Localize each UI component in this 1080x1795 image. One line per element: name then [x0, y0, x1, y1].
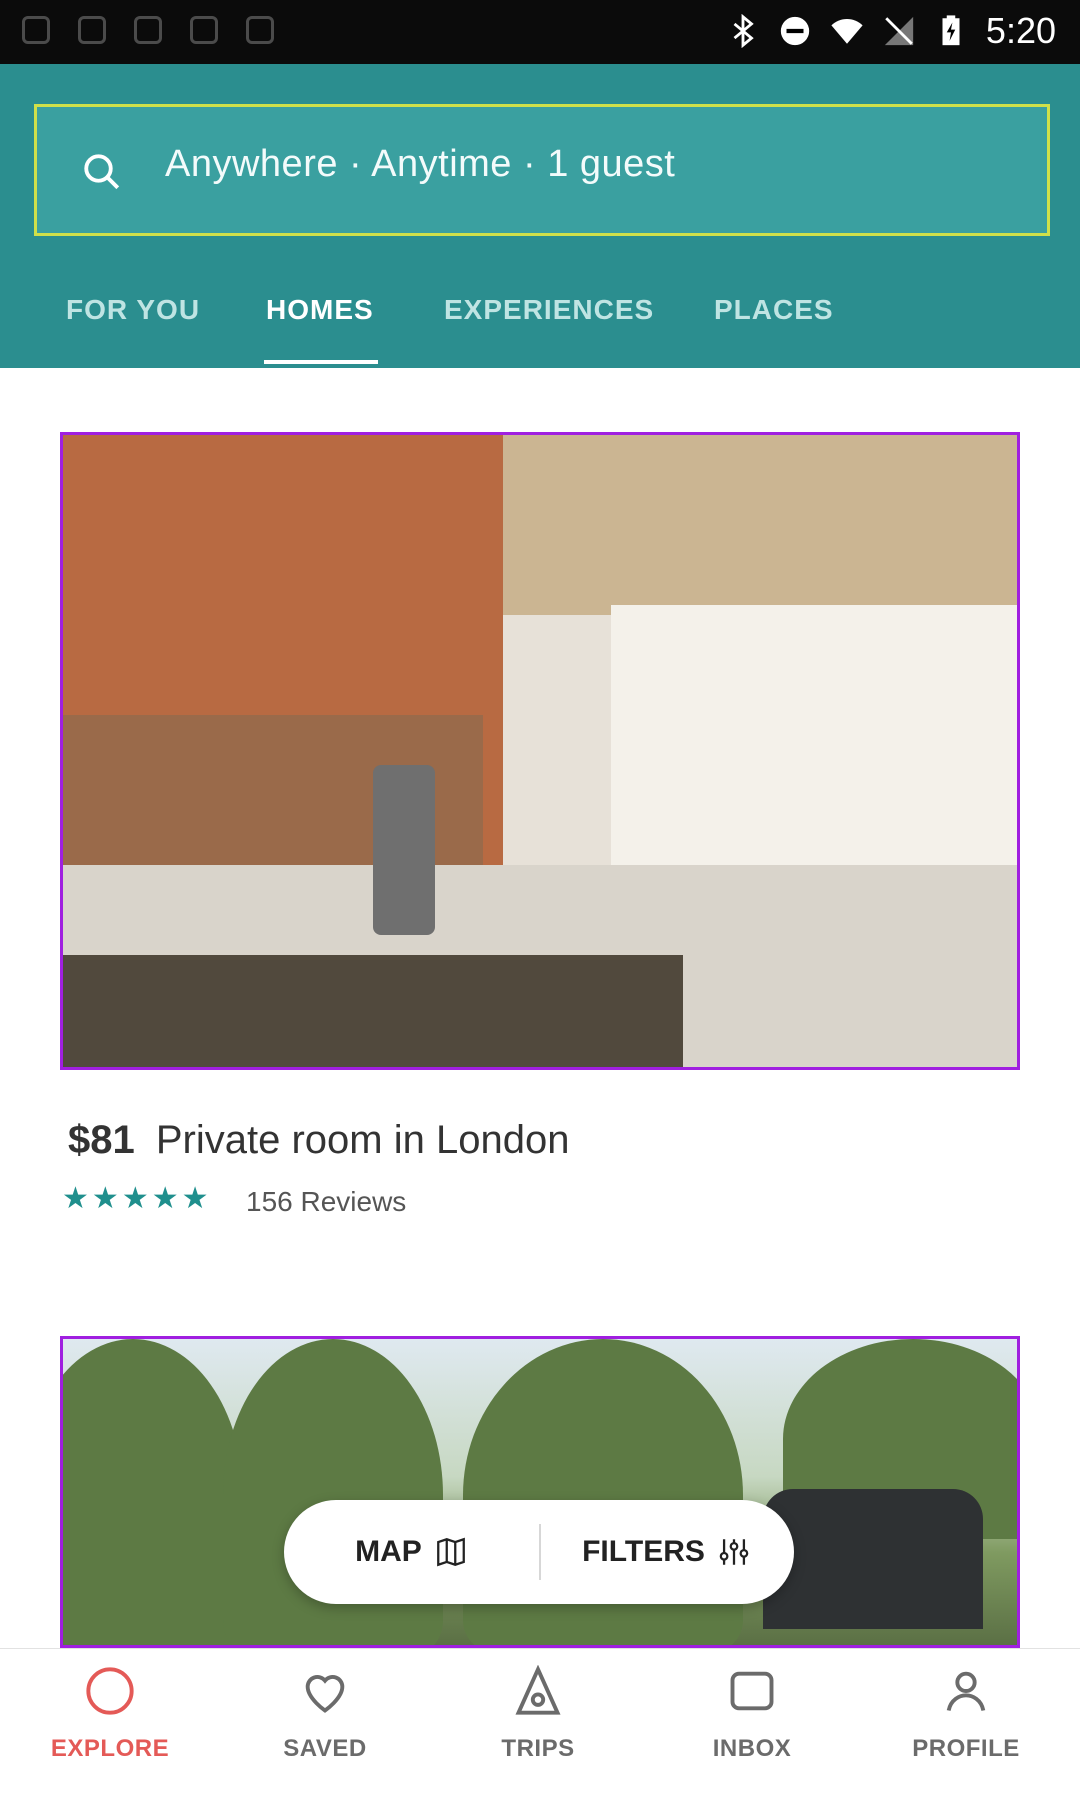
- nav-explore-label: EXPLORE: [50, 1735, 170, 1762]
- star-icon: ★: [151, 1182, 179, 1215]
- bottom-navigation: EXPLORE SAVED TRIPS INBOX PROFILE: [0, 1648, 1080, 1795]
- star-icon: ★: [62, 1182, 89, 1215]
- system-status: 5:20: [726, 10, 1056, 52]
- nav-explore[interactable]: EXPLORE: [10, 1659, 210, 1789]
- battery-icon: [942, 15, 960, 46]
- bluetooth-icon: [733, 14, 754, 48]
- notification-icon: [134, 16, 162, 44]
- filters-label: FILTERS: [582, 1535, 705, 1568]
- nav-saved-label: SAVED: [283, 1735, 367, 1762]
- nav-profile[interactable]: PROFILE: [866, 1659, 1066, 1789]
- notification-icon: [78, 16, 106, 44]
- map-button[interactable]: MAP: [284, 1500, 539, 1604]
- listing-price: $81: [68, 1118, 135, 1162]
- filters-button[interactable]: FILTERS: [539, 1500, 794, 1604]
- nav-profile-label: PROFILE: [912, 1735, 1020, 1762]
- tab-bar: FOR YOU HOMES EXPERIENCES PLACES: [0, 254, 1080, 368]
- listing-photo: [63, 435, 1017, 1067]
- nav-saved[interactable]: SAVED: [225, 1659, 425, 1789]
- heart-icon: [305, 1675, 345, 1713]
- active-tab-indicator: [264, 360, 378, 364]
- trips-icon: [515, 1665, 561, 1715]
- nav-trips-label: TRIPS: [501, 1735, 575, 1762]
- notification-icon: [190, 16, 218, 44]
- header: Anywhere · Anytime · 1 guest FOR YOU HOM…: [0, 64, 1080, 368]
- profile-icon: [946, 1671, 986, 1712]
- star-icon: ★: [121, 1182, 149, 1215]
- star-icon: ★: [91, 1182, 119, 1215]
- rating-stars: ★ ★ ★ ★ ★: [62, 1184, 209, 1214]
- map-label: MAP: [355, 1535, 422, 1568]
- filters-icon: [719, 1539, 749, 1565]
- nav-inbox[interactable]: INBOX: [652, 1659, 852, 1789]
- signal-icon: [884, 16, 914, 46]
- do-not-disturb-icon: [780, 16, 810, 46]
- notification-icons: [22, 16, 274, 44]
- search-icon: [84, 154, 120, 190]
- nav-inbox-label: INBOX: [712, 1735, 792, 1762]
- tab-places[interactable]: PLACES: [714, 294, 834, 326]
- explore-icon: [86, 1667, 134, 1715]
- status-bar: 5:20: [0, 0, 1080, 64]
- tab-for-you[interactable]: FOR YOU: [66, 294, 200, 326]
- star-icon: ★: [181, 1182, 209, 1215]
- notification-icon: [22, 16, 50, 44]
- listing-name: Private room in London: [155, 1118, 570, 1162]
- notification-icon: [246, 16, 274, 44]
- map-filters-pill: MAP FILTERS: [284, 1500, 794, 1604]
- listing-image[interactable]: [60, 432, 1020, 1070]
- search-text: Anywhere · Anytime · 1 guest: [165, 143, 676, 185]
- tab-homes[interactable]: HOMES: [266, 294, 374, 326]
- clock: 5:20: [985, 10, 1056, 51]
- listing-title[interactable]: $81 Private room in London: [68, 1118, 569, 1163]
- wifi-icon: [831, 18, 863, 44]
- nav-trips[interactable]: TRIPS: [438, 1659, 638, 1789]
- review-count: 156 Reviews: [246, 1186, 407, 1217]
- map-icon: [436, 1537, 465, 1567]
- search-field[interactable]: Anywhere · Anytime · 1 guest: [34, 104, 1050, 236]
- tab-experiences[interactable]: EXPERIENCES: [444, 294, 654, 326]
- inbox-icon: [730, 1671, 774, 1711]
